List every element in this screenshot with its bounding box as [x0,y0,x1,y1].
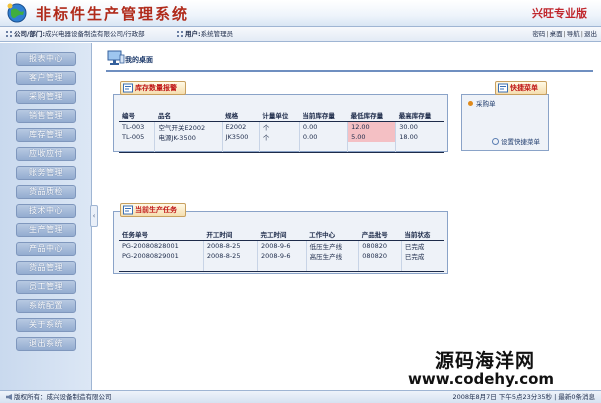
nav-link[interactable]: 导航 [567,30,580,38]
status-time: 2008年8月7日 下午5点23分35秒 | 最新0条消息 [452,393,595,401]
sidebar-item-customers[interactable]: 客户管理 [16,71,76,85]
globe-logo-icon [7,3,27,23]
user-value: 系统管理员 [200,30,234,38]
table-row [119,142,444,153]
table-row[interactable]: PG-20080828001 2008-8-25 2008-9-6 低压生产线 … [119,240,444,251]
sidebar-item-exit[interactable]: 退出系统 [16,337,76,351]
production-tasks-panel: 任务单号 开工时间 完工时间 工作中心 产品批号 当前状态 PG-2008082… [113,211,448,274]
sidebar-item-reports[interactable]: 报表中心 [16,52,76,66]
user-info: 用户:系统管理员 [177,27,233,41]
copyright-text: 版权所有：成兴设备制造有限公司 [6,391,112,403]
quick-menu-settings-link[interactable]: 设置快捷菜单 [492,136,540,146]
task-list-icon [123,205,133,215]
edition-badge: 兴旺专业版 [532,7,587,20]
production-tasks-table: 任务单号 开工时间 完工时间 工作中心 产品批号 当前状态 PG-2008082… [119,228,444,272]
status-bar: 版权所有：成兴设备制造有限公司 2008年8月7日 下午5点23分35秒 | 最… [0,390,601,403]
page-title: 我的桌面 [125,56,153,64]
sidebar-collapse-toggle[interactable]: ‹ [90,205,98,227]
stock-alert-table: 编号 品名 规格 计量单位 当前库存量 最低库存量 最高库存量 TL-003 空… [119,109,444,153]
table-row [119,261,444,272]
logout-link[interactable]: 退出 [584,30,597,38]
stock-alert-panel: 编号 品名 规格 计量单位 当前库存量 最低库存量 最高库存量 TL-003 空… [113,94,448,153]
sidebar-item-inventory[interactable]: 库存管理 [16,128,76,142]
sidebar-item-staff[interactable]: 员工管理 [16,280,76,294]
table-row[interactable]: TL-005 电源JK-3500 JK3500 个 0.00 5.00 18.0… [119,132,444,142]
menu-icon [498,83,508,93]
title-divider [106,70,593,72]
warning-icon [123,83,133,93]
sidebar-item-goods[interactable]: 货品管理 [16,261,76,275]
table-row[interactable]: TL-003 空气开关E2002 E2002 个 0.00 12.00 30.0… [119,121,444,132]
production-tasks-title: 当前生产任务 [120,203,186,217]
sidebar-item-about[interactable]: 关于系统 [16,318,76,332]
refresh-icon [492,138,499,145]
monitor-icon [107,50,125,65]
sidebar-item-config[interactable]: 系统配置 [16,299,76,313]
sidebar-item-sales[interactable]: 销售管理 [16,109,76,123]
watermark-url: www.codehy.com [408,370,555,388]
sidebar: 报表中心 客户管理 采购管理 销售管理 库存管理 应收应付 账务管理 货品质检 … [0,43,92,390]
grid-icon [6,31,12,37]
app-title: 非标件生产管理系统 [36,5,190,23]
sidebar-item-products[interactable]: 产品中心 [16,242,76,256]
sidebar-item-purchasing[interactable]: 采购管理 [16,90,76,104]
speaker-icon [6,394,12,400]
company-info: 公司/部门:成兴电器设备制造有限公司/行政部 [6,27,145,41]
watermark-title: 源码海洋网 [435,350,536,372]
main-content: 我的桌面 编号 品名 规格 计量单位 当前库存量 最低库存量 最高库存量 TL-… [98,43,601,390]
chevron-left-icon: ‹ [92,212,96,220]
grid-icon [177,31,183,37]
company-value: 成兴电器设备制造有限公司/行政部 [44,30,145,38]
quick-menu-panel: 采购单 设置快捷菜单 [461,94,549,151]
top-links: 密码|桌面|导航|退出 [532,30,597,38]
quick-item-purchase[interactable]: 采购单 [468,98,496,108]
sidebar-item-production[interactable]: 生产管理 [16,223,76,237]
password-link[interactable]: 密码 [532,30,545,38]
stock-alert-title: 库存数量报警 [120,81,186,95]
bullet-icon [468,101,473,106]
sidebar-item-receivables[interactable]: 应收应付 [16,147,76,161]
app-header: 非标件生产管理系统 兴旺专业版 [0,0,601,26]
quick-menu-title: 快捷菜单 [495,81,547,95]
info-bar: 公司/部门:成兴电器设备制造有限公司/行政部 用户:系统管理员 密码|桌面|导航… [0,26,601,42]
sidebar-item-quality[interactable]: 货品质检 [16,185,76,199]
desktop-link[interactable]: 桌面 [550,30,563,38]
sidebar-item-accounts[interactable]: 账务管理 [16,166,76,180]
sidebar-item-tech[interactable]: 技术中心 [16,204,76,218]
table-row[interactable]: PG-20080829001 2008-8-25 2008-9-6 高压生产线 … [119,251,444,261]
